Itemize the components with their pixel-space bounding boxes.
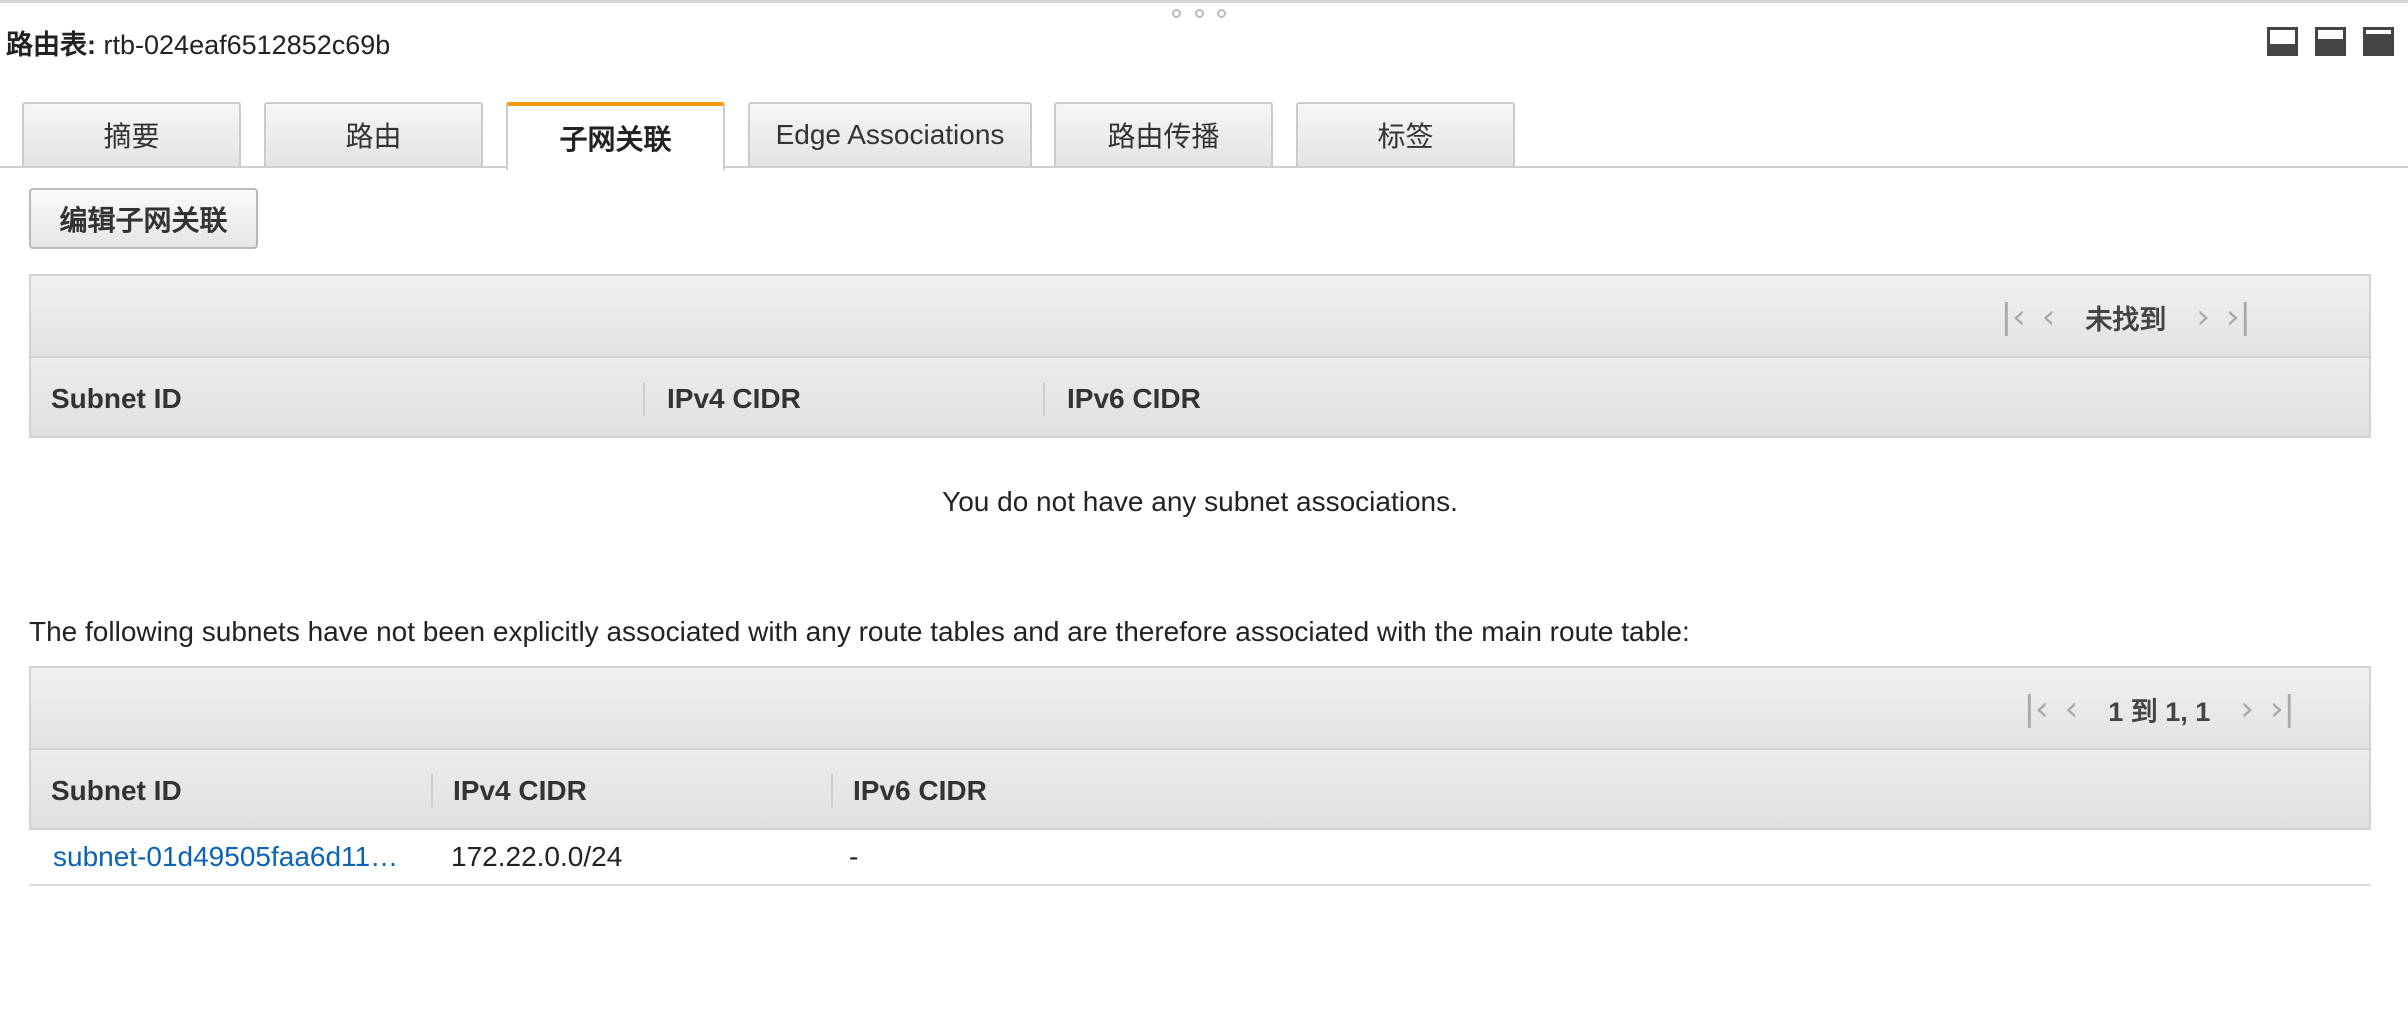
tab-label: Edge Associations xyxy=(775,119,1005,150)
first-page-icon[interactable]: |‹ xyxy=(2024,689,2049,729)
edit-subnet-associations-button[interactable]: 编辑子网关联 xyxy=(29,188,258,249)
tab-routes[interactable]: 路由 xyxy=(264,102,483,166)
ipv4-cidr-cell: 172.22.0.0/24 xyxy=(451,841,623,872)
title-label: 路由表: xyxy=(6,30,96,60)
column-divider[interactable] xyxy=(643,382,645,416)
table-pager-bar: |‹ ‹ 未找到 › ›| xyxy=(29,274,2371,356)
column-header-ipv4-cidr[interactable]: IPv4 CIDR xyxy=(667,358,801,440)
ipv6-cidr-cell: - xyxy=(849,841,859,872)
column-header-ipv4-cidr[interactable]: IPv4 CIDR xyxy=(453,750,587,832)
panel-top-border xyxy=(0,0,2408,3)
main-route-table-note: The following subnets have not been expl… xyxy=(29,616,1690,647)
panel-layout-controls xyxy=(2267,27,2394,56)
column-divider[interactable] xyxy=(1043,382,1045,416)
empty-table-message: You do not have any subnet associations. xyxy=(942,486,1458,517)
tab-tags[interactable]: 标签 xyxy=(1296,102,1515,166)
prev-page-icon[interactable]: ‹ xyxy=(2042,297,2056,337)
pagination: |‹ ‹ 1 到 1, 1 › ›| xyxy=(2016,668,2303,750)
tab-label: 路由传播 xyxy=(1107,121,1220,152)
column-header-ipv6-cidr[interactable]: IPv6 CIDR xyxy=(1067,358,1201,440)
column-divider[interactable] xyxy=(431,774,433,808)
tab-edge-associations[interactable]: Edge Associations xyxy=(748,102,1032,166)
route-table-id: rtb-024eaf6512852c69b xyxy=(103,30,391,60)
last-page-icon[interactable]: ›| xyxy=(2226,297,2251,337)
implicit-associations-table: |‹ ‹ 1 到 1, 1 › ›| Subnet ID IPv4 CIDR I… xyxy=(29,666,2371,886)
prev-page-icon[interactable]: ‹ xyxy=(2065,689,2079,729)
subnet-id-link[interactable]: subnet-01d49505faa6d11… xyxy=(53,830,398,884)
layout-large-icon[interactable] xyxy=(2363,27,2394,56)
pagination-status: 未找到 xyxy=(2085,304,2167,335)
tab-route-propagation[interactable]: 路由传播 xyxy=(1054,102,1273,166)
column-header-ipv6-cidr[interactable]: IPv6 CIDR xyxy=(853,750,987,832)
column-header-subnet-id[interactable]: Subnet ID xyxy=(51,750,182,832)
first-page-icon[interactable]: |‹ xyxy=(2001,297,2026,337)
pagination-status: 1 到 1, 1 xyxy=(2108,696,2211,727)
column-header-subnet-id[interactable]: Subnet ID xyxy=(51,358,182,440)
tab-label: 路由 xyxy=(345,121,402,152)
last-page-icon[interactable]: ›| xyxy=(2270,689,2295,729)
tab-summary[interactable]: 摘要 xyxy=(22,102,241,166)
next-page-icon[interactable]: › xyxy=(2240,689,2254,729)
layout-small-icon[interactable] xyxy=(2267,27,2298,56)
explicit-associations-table: |‹ ‹ 未找到 › ›| Subnet ID IPv4 CIDR IPv6 C… xyxy=(29,274,2371,438)
page-title: 路由表: rtb-024eaf6512852c69b xyxy=(6,28,390,62)
table-row[interactable]: subnet-01d49505faa6d11… 172.22.0.0/24 - xyxy=(29,830,2371,886)
table-pager-bar: |‹ ‹ 1 到 1, 1 › ›| xyxy=(29,666,2371,748)
next-page-icon[interactable]: › xyxy=(2196,297,2210,337)
table-header: Subnet ID IPv4 CIDR IPv6 CIDR xyxy=(29,748,2371,830)
tabs-divider xyxy=(0,166,2408,168)
resize-handle[interactable] xyxy=(1172,9,1226,19)
tab-label: 摘要 xyxy=(103,121,160,152)
column-divider[interactable] xyxy=(831,774,833,808)
tab-label: 子网关联 xyxy=(559,124,672,155)
tab-label: 标签 xyxy=(1377,121,1434,152)
table-header: Subnet ID IPv4 CIDR IPv6 CIDR xyxy=(29,356,2371,438)
layout-medium-icon[interactable] xyxy=(2315,27,2346,56)
tab-subnet-associations[interactable]: 子网关联 xyxy=(506,102,725,170)
pagination: |‹ ‹ 未找到 › ›| xyxy=(1993,276,2259,358)
